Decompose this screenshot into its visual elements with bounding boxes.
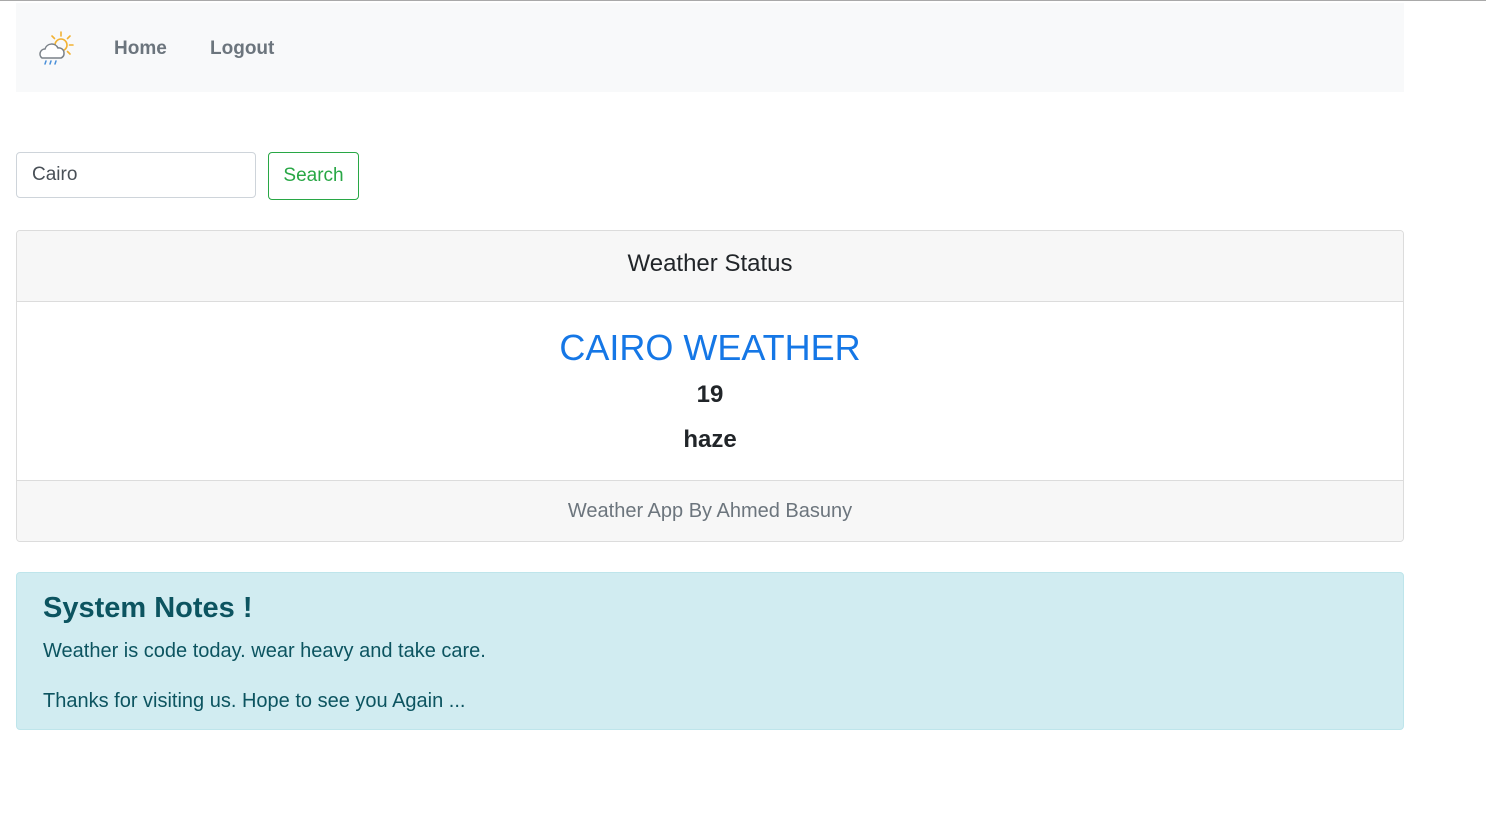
nav-home-link[interactable]: Home	[114, 38, 167, 60]
weather-description: haze	[683, 426, 737, 453]
temperature-value: 19	[696, 381, 724, 408]
card-header: Weather Status	[17, 231, 1403, 302]
search-button[interactable]: Search	[268, 152, 359, 200]
system-notes-alert: System Notes ! Weather is code today. we…	[16, 572, 1404, 730]
alert-note-text: Weather is code today. wear heavy and ta…	[43, 640, 486, 662]
navbar: Home Logout	[16, 3, 1404, 92]
card-footer: Weather App By Ahmed Basuny	[17, 480, 1403, 541]
alert-heading: System Notes !	[43, 592, 253, 624]
cloud-sun-rain-icon[interactable]	[34, 28, 76, 70]
city-search-input[interactable]	[16, 152, 256, 198]
nav-logout-link[interactable]: Logout	[210, 38, 274, 60]
top-border	[0, 0, 1486, 1]
alert-thanks-text: Thanks for visiting us. Hope to see you …	[43, 690, 466, 712]
weather-status-card: Weather Status CAIRO WEATHER 19 haze Wea…	[16, 230, 1404, 542]
city-weather-title: CAIRO WEATHER	[559, 327, 861, 368]
